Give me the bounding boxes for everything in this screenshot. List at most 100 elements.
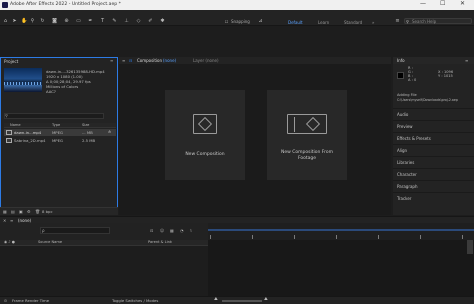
title-bar: Adobe After Effects 2022 - Untitled Proj… bbox=[0, 0, 474, 10]
new-composition-icon[interactable]: ▣ bbox=[19, 210, 23, 214]
rectangle-tool-icon[interactable]: ▭ bbox=[76, 18, 81, 24]
camera-tool-icon[interactable]: ◙ bbox=[52, 18, 57, 24]
project-row-1[interactable]: dawn-in...mp4 MPEG ... MB ⋔ bbox=[4, 129, 116, 136]
workspace-default[interactable]: Default bbox=[288, 20, 303, 25]
col-size[interactable]: Size bbox=[82, 123, 89, 128]
project-search-input[interactable] bbox=[4, 113, 104, 119]
new-composition-from-footage-card[interactable]: New Composition From Footage bbox=[267, 90, 347, 180]
hand-tool-icon[interactable]: ✋ bbox=[21, 18, 27, 24]
info-panel-menu-icon[interactable]: ≡ bbox=[465, 58, 468, 63]
render-time-icon[interactable]: ⊙ bbox=[4, 299, 7, 303]
window-title: Adobe After Effects 2022 - Untitled Proj… bbox=[10, 2, 121, 7]
timeline-search-input[interactable] bbox=[40, 227, 110, 234]
project-settings-icon[interactable]: ⚙ bbox=[27, 210, 31, 214]
layer-tab[interactable]: Layer (none) bbox=[193, 58, 219, 63]
project-search-icon: ⚲ bbox=[5, 113, 8, 118]
project-column-headers: Name Type Size bbox=[4, 123, 116, 128]
color-swatch bbox=[397, 72, 404, 79]
col-source-name[interactable]: Source Name bbox=[38, 240, 62, 245]
roto-brush-tool-icon[interactable]: ✐ bbox=[148, 18, 153, 24]
timeline-track-area[interactable] bbox=[208, 240, 474, 296]
timeline-menu-icon[interactable]: ≡ bbox=[10, 218, 13, 223]
eraser-tool-icon[interactable]: ◇ bbox=[136, 18, 141, 24]
info-a: A : bbox=[408, 78, 413, 82]
timeline-layer-list[interactable] bbox=[0, 246, 208, 296]
selected-item-audio: AAC? bbox=[46, 89, 56, 94]
footage-thumbnail bbox=[4, 68, 42, 92]
pen-tool-icon[interactable]: ✒ bbox=[88, 18, 93, 24]
panel-align-label: Align bbox=[397, 148, 408, 153]
project-tab[interactable]: Project bbox=[1, 58, 18, 65]
col-type[interactable]: Type bbox=[52, 123, 60, 128]
rotate-tool-icon[interactable]: ↻ bbox=[40, 18, 45, 24]
panel-menu-icon[interactable]: ≡ bbox=[110, 59, 113, 63]
motion-blur-icon[interactable]: ◔ bbox=[180, 229, 184, 233]
selection-tool-icon[interactable]: ➤ bbox=[12, 18, 17, 24]
panel-preview[interactable]: Preview bbox=[393, 120, 474, 132]
av-features-icon[interactable]: ◉ ♪ ● bbox=[4, 240, 15, 245]
composition-viewer[interactable] bbox=[119, 57, 391, 215]
zoom-in-icon[interactable]: ⛰ bbox=[264, 297, 268, 303]
zoom-slider[interactable] bbox=[222, 300, 262, 302]
puppet-tool-icon[interactable]: ✱ bbox=[160, 18, 165, 24]
panel-preview-label: Preview bbox=[397, 124, 413, 129]
city-lights-graphic bbox=[4, 82, 42, 85]
project-row-2[interactable]: Sabrina_2D.mp4 MPEG 2.5 MB bbox=[4, 137, 116, 144]
timeline-close-icon[interactable]: ✕ bbox=[3, 218, 6, 223]
hierarchy-icon[interactable]: ⋔ bbox=[108, 130, 111, 134]
snapping-options-icon[interactable]: ⊿ bbox=[258, 18, 263, 24]
toggle-switches-modes-button[interactable]: Toggle Switches / Modes bbox=[112, 299, 158, 303]
timeline-tab[interactable]: (none) bbox=[18, 218, 31, 223]
ruler-tick bbox=[462, 235, 463, 239]
bit-depth-button[interactable]: 8 bpc bbox=[42, 210, 53, 214]
draft-3d-icon[interactable]: ⊡ bbox=[150, 229, 153, 233]
pan-behind-tool-icon[interactable]: ⊕ bbox=[64, 18, 69, 24]
comp-panel-menu-icon[interactable]: ≡ bbox=[122, 58, 125, 63]
panel-audio[interactable]: Audio bbox=[393, 108, 474, 120]
composition-tab-value[interactable]: (none) bbox=[163, 58, 176, 63]
composition-shape-graphic bbox=[197, 116, 213, 132]
shy-layers-icon[interactable]: ☺ bbox=[160, 229, 164, 233]
minimize-button[interactable]: — bbox=[420, 1, 426, 7]
col-name[interactable]: Name bbox=[10, 123, 21, 128]
panel-character[interactable]: Character bbox=[393, 168, 474, 180]
workspace-overflow-button[interactable]: » bbox=[372, 20, 374, 25]
panel-effects-presets[interactable]: Effects & Presets bbox=[393, 132, 474, 144]
new-composition-from-footage-icon bbox=[287, 114, 327, 134]
new-composition-card[interactable]: New Composition bbox=[165, 90, 245, 180]
comp-lock-icon[interactable]: ⊟ bbox=[129, 58, 132, 63]
search-help-placeholder: Search Help bbox=[412, 18, 437, 24]
timeline-scrollbar[interactable] bbox=[467, 240, 473, 254]
new-folder-icon[interactable]: ▤ bbox=[11, 210, 15, 214]
zoom-out-icon[interactable]: ⛰ bbox=[214, 297, 218, 303]
brush-tool-icon[interactable]: ✎ bbox=[112, 18, 117, 24]
new-composition-label: New Composition bbox=[185, 152, 225, 157]
workspace-learn[interactable]: Learn bbox=[318, 20, 329, 25]
search-icon: ⚲ bbox=[406, 18, 409, 24]
timeline-ruler[interactable] bbox=[208, 223, 474, 240]
info-tab[interactable]: Info bbox=[397, 58, 405, 63]
maximize-button[interactable]: ☐ bbox=[440, 1, 445, 7]
panel-tracker[interactable]: Tracker bbox=[393, 192, 474, 204]
close-button[interactable]: ✕ bbox=[460, 1, 465, 7]
workspace-standard[interactable]: Standard bbox=[344, 20, 362, 25]
film-strip-graphic bbox=[290, 117, 295, 132]
clone-stamp-tool-icon[interactable]: ⊥ bbox=[124, 18, 129, 24]
zoom-tool-icon[interactable]: ⚲ bbox=[30, 18, 35, 24]
workspace-menu-icon[interactable]: ≡ bbox=[395, 18, 400, 24]
type-tool-icon[interactable]: T bbox=[100, 18, 105, 24]
panel-paragraph[interactable]: Paragraph bbox=[393, 180, 474, 192]
graph-editor-icon[interactable]: ⌇ bbox=[190, 229, 192, 233]
interpret-footage-icon[interactable]: ▦ bbox=[3, 210, 7, 214]
panel-align[interactable]: Align bbox=[393, 144, 474, 156]
project-row-size: 2.5 MB bbox=[82, 137, 96, 143]
work-area-bar[interactable] bbox=[208, 229, 474, 231]
composition-shape-graphic bbox=[305, 116, 321, 132]
frame-blending-icon[interactable]: ▦ bbox=[170, 229, 174, 233]
delete-icon[interactable]: 🗑 bbox=[35, 210, 40, 214]
panel-libraries[interactable]: Libraries bbox=[393, 156, 474, 168]
snapping-checkbox-icon[interactable]: ☐ bbox=[224, 19, 229, 24]
home-icon[interactable]: ⌂ bbox=[3, 18, 8, 24]
composition-tab[interactable]: Composition bbox=[137, 58, 162, 63]
col-parent-link[interactable]: Parent & Link bbox=[148, 240, 172, 245]
